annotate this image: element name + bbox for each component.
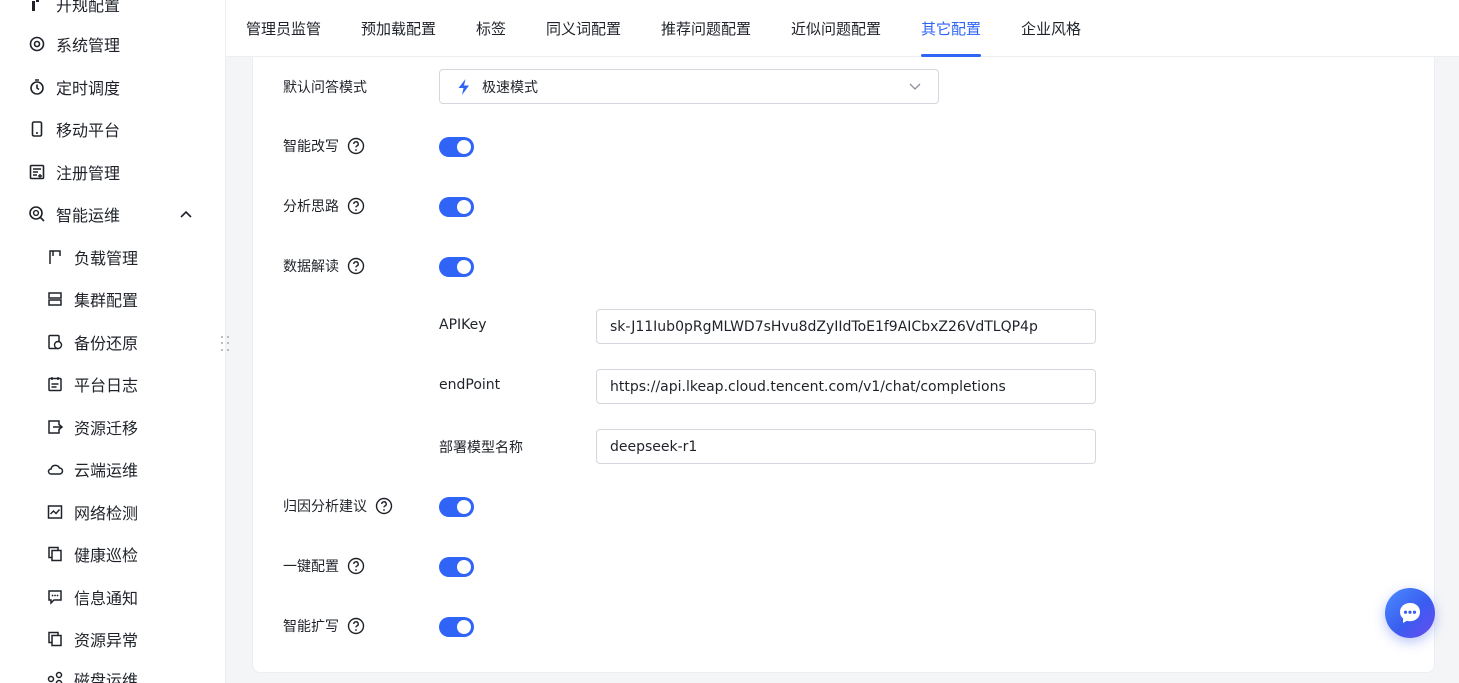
one-click-config-label: 一键配置 — [283, 556, 365, 576]
sidebar-item-scheduled-tasks[interactable]: 定时调度 — [28, 73, 208, 101]
chat-assistant-button[interactable] — [1385, 588, 1435, 638]
mobile-icon — [28, 120, 46, 138]
register-icon — [28, 163, 46, 181]
sidebar-item-label: 备份还原 — [74, 334, 139, 353]
gear-icon — [28, 35, 46, 53]
sidebar-item-registration[interactable]: 注册管理 — [28, 158, 208, 186]
sidebar-item-label: 云端运维 — [74, 461, 139, 480]
sidebar-item-label: 资源异常 — [74, 631, 139, 650]
alert-icon — [46, 630, 64, 648]
qa-mode-label: 默认问答模式 — [283, 80, 367, 96]
help-icon[interactable] — [375, 497, 393, 515]
sidebar-item-resource-migration[interactable]: 资源迁移 — [46, 413, 225, 441]
analysis-thinking-toggle[interactable] — [439, 197, 474, 217]
tab-enterprise-style[interactable]: 企业风格 — [1021, 18, 1081, 39]
migrate-icon — [46, 418, 64, 436]
smart-rewrite-toggle[interactable] — [439, 137, 474, 157]
sidebar-item-load-management[interactable]: 负载管理 — [46, 243, 225, 271]
sidebar-item-smart-ops[interactable]: 智能运维 — [28, 200, 208, 228]
sidebar-item-label: 资源迁移 — [74, 419, 139, 438]
tab-recommended-questions[interactable]: 推荐问题配置 — [661, 18, 751, 39]
chevron-down-icon — [908, 79, 922, 93]
chevron-up-icon[interactable] — [178, 206, 194, 222]
sidebar-item-notifications[interactable]: 信息通知 — [46, 583, 225, 611]
other-config-panel: 默认问答模式 极速模式 智能改写 分析思路 数据解读 APIKey en — [252, 57, 1435, 673]
sidebar-resize-handle[interactable] — [219, 334, 231, 354]
sidebar-item-label: 开规配置 — [56, 0, 121, 15]
sidebar-item-label: 注册管理 — [56, 164, 121, 183]
cloud-icon — [46, 460, 64, 478]
help-icon[interactable] — [347, 617, 365, 635]
message-icon — [46, 588, 64, 606]
smart-rewrite-label: 智能改写 — [283, 136, 365, 156]
sidebar-item-cluster-config[interactable]: 集群配置 — [46, 285, 225, 313]
sidebar-item-rule-config[interactable]: 开规配置 — [28, 0, 208, 18]
help-icon[interactable] — [347, 557, 365, 575]
lightning-icon — [456, 78, 472, 96]
sidebar: 开规配置 系统管理 定时调度 移动平台 注册管理 智能运维 负载管理 集群配置 … — [0, 0, 226, 683]
sidebar-item-mobile-platform[interactable]: 移动平台 — [28, 115, 208, 143]
sidebar-item-label: 磁盘运维 — [74, 671, 139, 683]
qa-mode-select[interactable]: 极速模式 — [439, 69, 939, 104]
smart-expand-toggle[interactable] — [439, 617, 474, 637]
attribution-advice-toggle[interactable] — [439, 497, 474, 517]
model-name-label: 部署模型名称 — [439, 440, 523, 456]
sidebar-item-label: 智能运维 — [56, 206, 121, 225]
sidebar-item-disk-ops[interactable]: 磁盘运维 — [46, 665, 225, 683]
cluster-icon — [46, 290, 64, 308]
api-key-input[interactable] — [596, 309, 1096, 344]
attribution-advice-label: 归因分析建议 — [283, 496, 393, 516]
sidebar-item-label: 健康巡检 — [74, 546, 139, 565]
analysis-thinking-label: 分析思路 — [283, 196, 365, 216]
sidebar-item-platform-logs[interactable]: 平台日志 — [46, 370, 225, 398]
help-icon[interactable] — [347, 197, 365, 215]
sidebar-item-system-management[interactable]: 系统管理 — [28, 30, 208, 58]
timer-icon — [28, 78, 46, 96]
log-icon — [46, 375, 64, 393]
sidebar-item-backup-restore[interactable]: 备份还原 — [46, 328, 225, 356]
sidebar-item-label: 平台日志 — [74, 376, 139, 395]
config-tabs: 管理员监管 预加载配置 标签 同义词配置 推荐问题配置 近似问题配置 其它配置 … — [226, 0, 1459, 57]
endpoint-label: endPoint — [439, 377, 501, 393]
sidebar-item-network-check[interactable]: 网络检测 — [46, 498, 225, 526]
help-icon[interactable] — [347, 137, 365, 155]
health-icon — [46, 545, 64, 563]
endpoint-input[interactable] — [596, 369, 1096, 404]
sidebar-item-label: 系统管理 — [56, 36, 121, 55]
backup-icon — [46, 333, 64, 351]
sidebar-item-label: 集群配置 — [74, 291, 139, 310]
data-interpretation-toggle[interactable] — [439, 257, 474, 277]
sidebar-item-label: 网络检测 — [74, 504, 139, 523]
help-icon[interactable] — [347, 257, 365, 275]
sidebar-item-label: 移动平台 — [56, 121, 121, 140]
sidebar-item-cloud-ops[interactable]: 云端运维 — [46, 455, 225, 483]
config-icon — [28, 0, 46, 13]
smart-expand-label: 智能扩写 — [283, 616, 365, 636]
sidebar-item-label: 负载管理 — [74, 249, 139, 268]
qa-mode-value: 极速模式 — [482, 79, 538, 96]
data-interpretation-label: 数据解读 — [283, 256, 365, 276]
disk-icon — [46, 670, 64, 683]
sidebar-item-health-inspection[interactable]: 健康巡检 — [46, 540, 225, 568]
smart-ops-icon — [28, 205, 46, 223]
model-name-input[interactable] — [596, 429, 1096, 464]
network-icon — [46, 503, 64, 521]
sidebar-item-label: 信息通知 — [74, 589, 139, 608]
chat-bubble-icon — [1396, 599, 1424, 627]
api-key-label: APIKey — [439, 317, 487, 333]
tab-preload-config[interactable]: 预加载配置 — [361, 18, 436, 39]
tab-other-config[interactable]: 其它配置 — [921, 18, 981, 39]
tab-tags[interactable]: 标签 — [476, 18, 506, 39]
sidebar-item-label: 定时调度 — [56, 79, 121, 98]
sidebar-item-resource-anomaly[interactable]: 资源异常 — [46, 625, 225, 653]
tab-synonym-config[interactable]: 同义词配置 — [546, 18, 621, 39]
tab-admin-supervision[interactable]: 管理员监管 — [246, 18, 321, 39]
tab-similar-questions[interactable]: 近似问题配置 — [791, 18, 881, 39]
one-click-config-toggle[interactable] — [439, 557, 474, 577]
load-icon — [46, 248, 64, 266]
